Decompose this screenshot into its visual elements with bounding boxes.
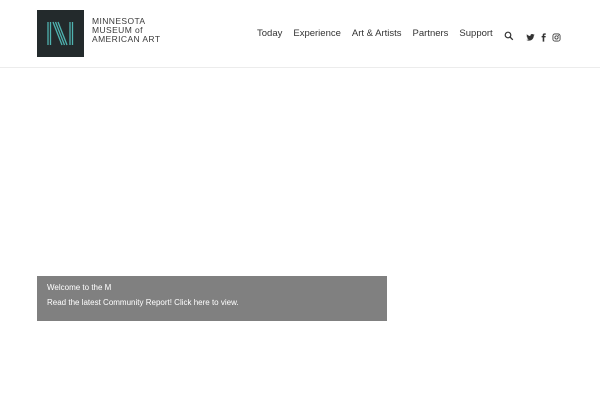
main-nav: Today Experience Art & Artists Partners … [257, 26, 514, 41]
logo-wordmark: MINNESOTA MUSEUM of AMERICAN ART [92, 17, 160, 44]
social-links [526, 27, 565, 42]
facebook-icon[interactable] [539, 29, 548, 42]
page: MINNESOTA MUSEUM of AMERICAN ART Today E… [0, 0, 600, 400]
nav-item-experience[interactable]: Experience [293, 28, 341, 39]
museum-m-logo-icon [37, 10, 84, 57]
nav-item-today[interactable]: Today [257, 28, 282, 39]
logo-line-3: AMERICAN ART [92, 34, 161, 44]
nav-item-support[interactable]: Support [459, 28, 492, 39]
banner-title: Welcome to the M [47, 283, 112, 292]
community-report-banner: Welcome to the M Read the latest Communi… [37, 276, 387, 321]
site-logo-link[interactable]: MINNESOTA MUSEUM of AMERICAN ART [37, 10, 167, 57]
instagram-icon[interactable] [552, 29, 561, 41]
search-icon[interactable] [504, 28, 514, 41]
twitter-icon[interactable] [526, 29, 535, 41]
site-header: MINNESOTA MUSEUM of AMERICAN ART Today E… [0, 0, 600, 68]
nav-item-partners[interactable]: Partners [413, 28, 449, 39]
nav-item-art-artists[interactable]: Art & Artists [352, 28, 402, 39]
community-report-link[interactable]: Read the latest Community Report! Click … [47, 298, 239, 307]
